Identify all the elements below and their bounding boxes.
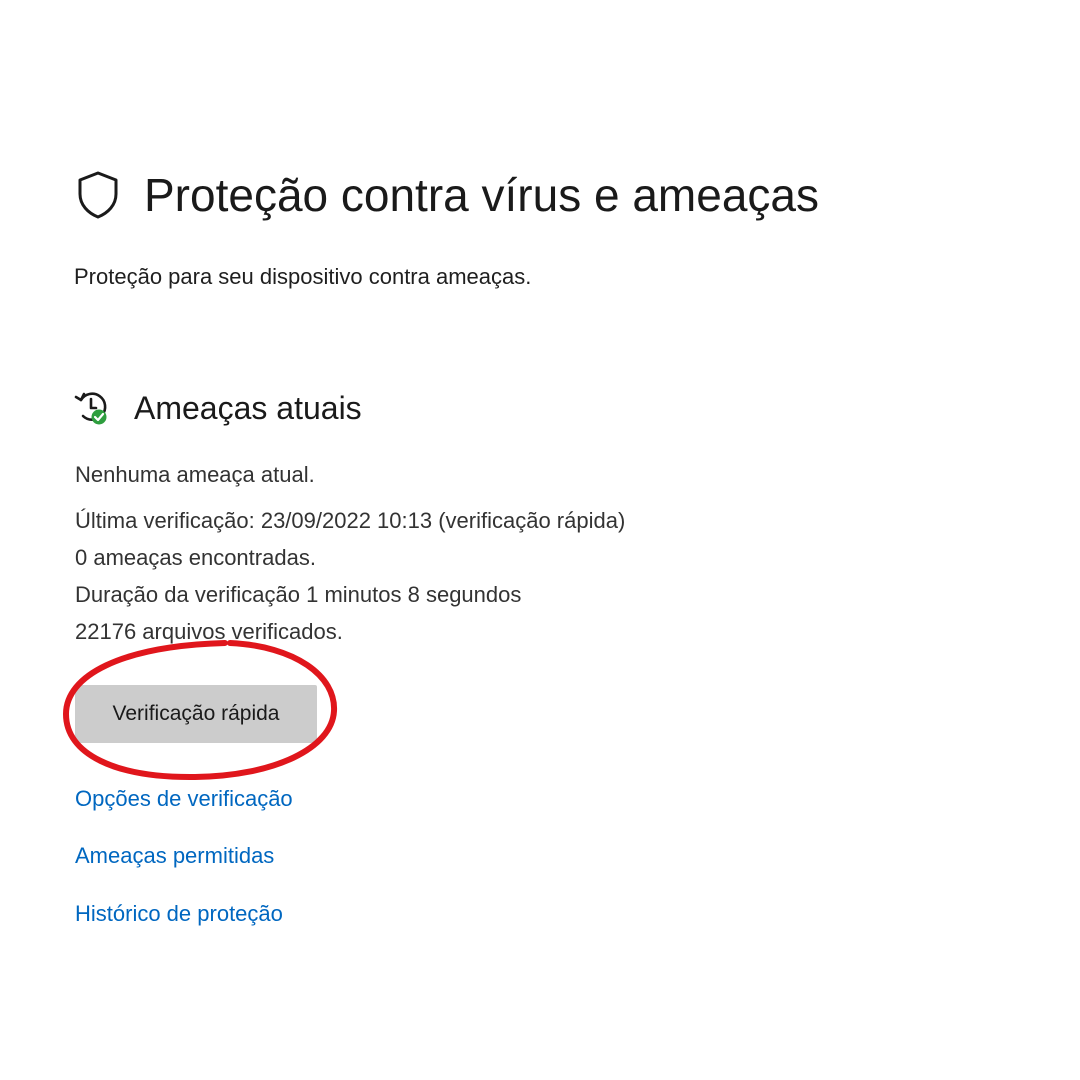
shield-icon [78, 171, 118, 219]
page-subtitle: Proteção para seu dispositivo contra ame… [74, 264, 532, 289]
protection-history-link[interactable]: Histórico de proteção [75, 901, 283, 927]
quick-scan-button[interactable]: Verificação rápida [75, 685, 317, 743]
threats-found-text: 0 ameaças encontradas. [75, 545, 316, 570]
files-scanned-text: 22176 arquivos verificados. [75, 619, 343, 644]
current-threats-title: Ameaças atuais [134, 389, 362, 426]
page-header: Proteção contra vírus e ameaças [74, 168, 819, 222]
threat-history-icon [74, 392, 107, 425]
last-scan-text: Última verificação: 23/09/2022 10:13 (ve… [75, 508, 626, 533]
scan-duration-text: Duração da verificação 1 minutos 8 segun… [75, 582, 522, 607]
page-title: Proteção contra vírus e ameaças [144, 169, 819, 221]
allowed-threats-link[interactable]: Ameaças permitidas [75, 843, 274, 869]
scan-options-link[interactable]: Opções de verificação [75, 786, 293, 812]
current-threats-header: Ameaças atuais [74, 388, 362, 428]
scan-status: Nenhuma ameaça atual. Última verificação… [75, 456, 625, 650]
no-threats-text: Nenhuma ameaça atual. [75, 462, 315, 487]
